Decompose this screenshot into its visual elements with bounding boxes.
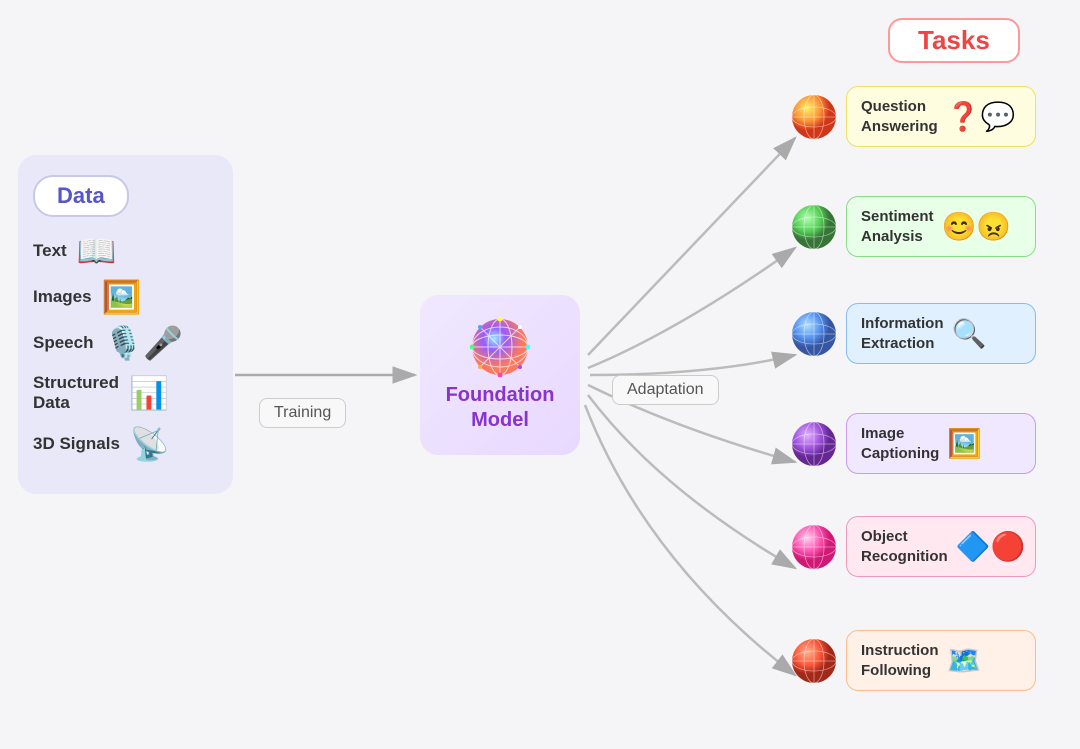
task-label-qa: QuestionAnswering — [861, 97, 938, 136]
task-label-objrec: ObjectRecognition — [861, 527, 948, 566]
adaptation-text: Adaptation — [627, 381, 704, 398]
task-label-instruct: InstructionFollowing — [861, 641, 939, 680]
task-card-sentiment: SentimentAnalysis 😊😠 — [846, 196, 1036, 257]
training-text: Training — [274, 404, 331, 421]
images-icon: 🖼️ — [102, 281, 142, 313]
data-item-images: Images 🖼️ — [33, 281, 218, 313]
task-qa-row: QuestionAnswering ❓💬 — [790, 86, 1036, 147]
data-item-3d: 3D Signals 📡 — [33, 428, 218, 460]
ie-sphere-icon — [790, 310, 838, 358]
data-label-speech: Speech — [33, 333, 93, 353]
ie-emoji-icon: 🔍 — [952, 317, 987, 350]
foundation-model-box: Foundation Model — [420, 295, 580, 455]
speech-icon: 🎙️🎤 — [103, 327, 183, 359]
objrec-sphere-icon — [790, 523, 838, 571]
instruct-emoji-icon: 🗺️ — [947, 644, 982, 677]
task-card-instruct: InstructionFollowing 🗺️ — [846, 630, 1036, 691]
task-label-caption: ImageCaptioning — [861, 424, 939, 463]
tasks-title-box: Tasks — [888, 18, 1020, 63]
instruct-sphere-icon — [790, 637, 838, 685]
data-item-speech: Speech 🎙️🎤 — [33, 327, 218, 359]
task-objrec-row: ObjectRecognition 🔷🔴 — [790, 516, 1036, 577]
task-card-objrec: ObjectRecognition 🔷🔴 — [846, 516, 1036, 577]
objrec-emoji-icon: 🔷🔴 — [956, 530, 1026, 563]
task-label-ie: InformationExtraction — [861, 314, 944, 353]
data-label-3d: 3D Signals — [33, 434, 120, 454]
tasks-title: Tasks — [918, 25, 990, 55]
data-label-structured: StructuredData — [33, 373, 119, 414]
data-panel: Data Text 📖 Images 🖼️ Speech 🎙️🎤 Structu… — [18, 155, 233, 494]
task-sentiment-row: SentimentAnalysis 😊😠 — [790, 196, 1036, 257]
task-ie-row: InformationExtraction 🔍 — [790, 303, 1036, 364]
task-label-sentiment: SentimentAnalysis — [861, 207, 934, 246]
foundation-sphere-icon — [470, 317, 530, 377]
sentiment-emoji-icon: 😊😠 — [942, 210, 1012, 243]
caption-emoji-icon: 🖼️ — [947, 427, 982, 460]
structured-icon: 📊 — [129, 377, 169, 409]
qa-sphere-icon — [790, 93, 838, 141]
task-caption-row: ImageCaptioning 🖼️ — [790, 413, 1036, 474]
task-card-qa: QuestionAnswering ❓💬 — [846, 86, 1036, 147]
task-instruct-row: InstructionFollowing 🗺️ — [790, 630, 1036, 691]
training-label: Training — [259, 398, 346, 428]
data-item-structured: StructuredData 📊 — [33, 373, 218, 414]
text-icon: 📖 — [77, 235, 117, 267]
task-card-ie: InformationExtraction 🔍 — [846, 303, 1036, 364]
caption-sphere-icon — [790, 420, 838, 468]
data-label-images: Images — [33, 287, 92, 307]
data-item-text: Text 📖 — [33, 235, 218, 267]
qa-emoji-icon: ❓💬 — [946, 100, 1016, 133]
data-label-text: Text — [33, 241, 67, 261]
sentiment-sphere-icon — [790, 203, 838, 251]
adaptation-label: Adaptation — [612, 375, 719, 405]
3d-icon: 📡 — [130, 428, 170, 460]
data-title: Data — [57, 183, 105, 208]
foundation-model-title: Foundation Model — [430, 383, 570, 433]
task-card-caption: ImageCaptioning 🖼️ — [846, 413, 1036, 474]
data-title-box: Data — [33, 175, 129, 217]
